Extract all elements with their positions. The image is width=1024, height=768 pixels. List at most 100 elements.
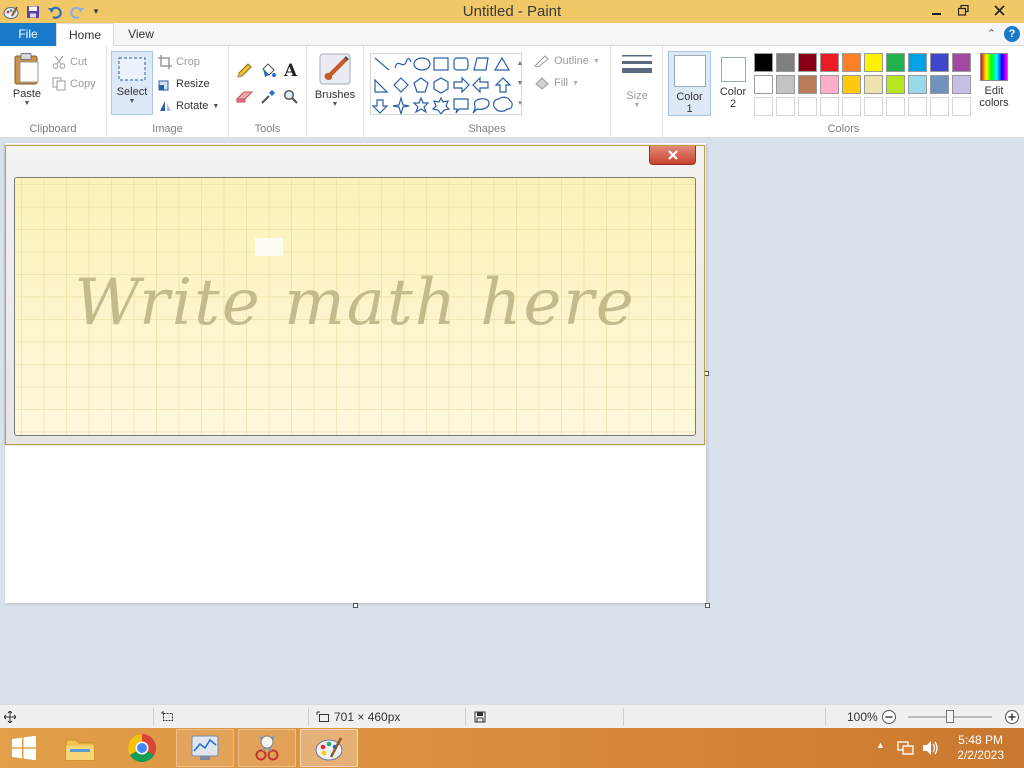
brushes-dropdown-icon[interactable]: ▼ (332, 101, 339, 108)
cut-button[interactable]: Cut (52, 53, 87, 71)
canvas-resize-handle-corner[interactable] (705, 603, 710, 608)
color-swatch[interactable] (820, 97, 839, 116)
color-swatch[interactable] (754, 75, 773, 94)
show-hidden-icons[interactable]: ▲ (876, 740, 885, 750)
color-swatch[interactable] (908, 53, 927, 72)
fill-dropdown-icon[interactable]: ▼ (572, 80, 579, 87)
color-swatch[interactable] (952, 75, 971, 94)
selection-size-icon (161, 705, 175, 729)
rotate-dropdown-icon[interactable]: ▼ (212, 103, 219, 110)
close-window-button[interactable] (984, 0, 1014, 21)
fill-button[interactable]: Fill ▼ (534, 74, 579, 92)
save-icon[interactable] (24, 3, 42, 21)
volume-icon[interactable] (922, 740, 940, 759)
select-button[interactable]: Select ▼ (111, 51, 153, 115)
color-swatch[interactable] (930, 53, 949, 72)
image-group: Select ▼ Crop Resize Rotate ▼ Image (107, 46, 229, 138)
color-swatch[interactable] (820, 53, 839, 72)
paint-app-icon[interactable] (2, 3, 20, 21)
paste-dropdown-icon[interactable]: ▼ (24, 100, 31, 107)
taskbar-file-explorer[interactable] (51, 729, 109, 767)
color-swatch[interactable] (776, 53, 795, 72)
taskbar-snipping-tool[interactable] (238, 729, 296, 767)
color-swatch[interactable] (908, 75, 927, 94)
select-dropdown-icon[interactable]: ▼ (129, 98, 136, 105)
size-button[interactable]: Size ▼ (619, 54, 655, 109)
tab-file[interactable]: File (0, 23, 56, 46)
size-dropdown-icon[interactable]: ▼ (634, 102, 641, 109)
fill-bucket-icon[interactable] (259, 62, 277, 83)
copy-icon (52, 77, 66, 91)
brush-icon (319, 53, 351, 85)
tab-home[interactable]: Home (56, 23, 114, 47)
color-swatch[interactable] (864, 53, 883, 72)
color-swatch[interactable] (754, 97, 773, 116)
collapse-ribbon-icon[interactable]: ⌃ (987, 27, 996, 40)
text-tool-icon[interactable]: A (284, 61, 297, 81)
resize-button[interactable]: Resize (158, 75, 210, 93)
color-swatch[interactable] (886, 97, 905, 116)
color-swatch[interactable] (754, 53, 773, 72)
zoom-slider[interactable] (906, 705, 994, 729)
zoom-in-button[interactable] (1004, 705, 1020, 729)
paste-button[interactable]: Paste ▼ (8, 52, 46, 107)
math-panel-close-button[interactable] (649, 146, 696, 165)
color-swatch[interactable] (864, 97, 883, 116)
color-swatch[interactable] (798, 53, 817, 72)
color-swatch[interactable] (842, 97, 861, 116)
clock[interactable]: 5:48 PM 2/2/2023 (957, 733, 1004, 763)
color1-button[interactable]: Color 1 (668, 51, 711, 116)
color-swatch[interactable] (886, 75, 905, 94)
color2-button[interactable]: Color 2 (715, 54, 751, 110)
pencil-icon[interactable] (236, 63, 252, 82)
color-swatch[interactable] (798, 97, 817, 116)
copy-button[interactable]: Copy (52, 75, 96, 93)
customize-quick-access-icon[interactable]: ▾ (90, 3, 102, 21)
copy-label: Copy (70, 78, 96, 90)
window-title: Untitled - Paint (462, 3, 562, 20)
color-swatch[interactable] (952, 53, 971, 72)
taskbar-paint[interactable] (300, 729, 358, 767)
rotate-icon (160, 101, 171, 111)
color-swatch[interactable] (842, 53, 861, 72)
rotate-button[interactable]: Rotate ▼ (158, 97, 219, 115)
color-swatch[interactable] (842, 75, 861, 94)
math-writing-area[interactable]: Write math here (14, 177, 696, 436)
color-swatch[interactable] (952, 97, 971, 116)
color-swatch[interactable] (776, 75, 795, 94)
shapes-scroll-icon[interactable]: ▲ ▼ ▾ (515, 54, 525, 114)
help-icon[interactable]: ? (1004, 26, 1020, 42)
start-button[interactable] (0, 729, 48, 767)
redo-icon[interactable] (68, 3, 86, 21)
brushes-button[interactable]: Brushes ▼ (313, 52, 357, 108)
color-swatch[interactable] (798, 75, 817, 94)
color-swatch[interactable] (864, 75, 883, 94)
color-swatch[interactable] (776, 97, 795, 116)
taskbar-chrome[interactable] (113, 729, 171, 767)
color-swatch[interactable] (908, 97, 927, 116)
color-picker-icon[interactable] (260, 89, 276, 108)
color-swatch[interactable] (886, 53, 905, 72)
taskbar-performance-monitor[interactable] (176, 729, 234, 767)
edit-colors-button[interactable]: Edit colors (976, 53, 1012, 109)
outline-button[interactable]: Outline ▼ (534, 52, 600, 70)
tab-view[interactable]: View (114, 23, 168, 46)
network-icon[interactable] (897, 740, 915, 759)
windows-logo-icon (12, 735, 36, 761)
color1-swatch (673, 55, 706, 87)
crop-button[interactable]: Crop (158, 53, 200, 71)
outline-dropdown-icon[interactable]: ▼ (593, 58, 600, 65)
eraser-icon[interactable] (235, 90, 254, 107)
color-swatch[interactable] (930, 75, 949, 94)
zoom-slider-thumb[interactable] (946, 710, 954, 723)
shapes-gallery-icons[interactable] (371, 54, 521, 117)
clock-date: 2/2/2023 (957, 748, 1004, 762)
zoom-out-button[interactable] (881, 705, 897, 729)
canvas-resize-handle-bottom[interactable] (353, 603, 358, 608)
color-swatch[interactable] (930, 97, 949, 116)
color2-swatch (720, 57, 746, 82)
undo-icon[interactable] (46, 3, 64, 21)
restore-button[interactable] (948, 0, 978, 21)
color-swatch[interactable] (820, 75, 839, 94)
magnifier-icon[interactable] (283, 89, 299, 108)
